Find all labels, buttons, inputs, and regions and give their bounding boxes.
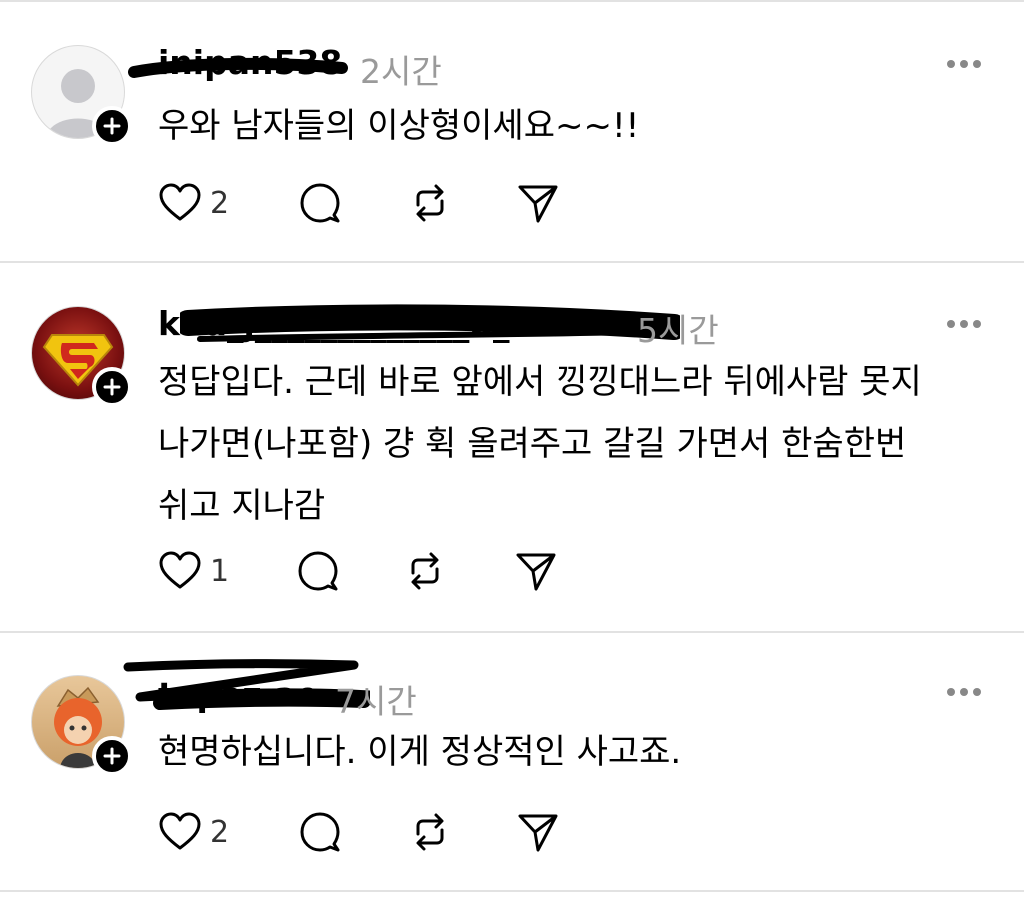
like-count: 1 <box>210 553 230 589</box>
more-dots-icon[interactable] <box>944 317 984 331</box>
heart-icon <box>159 551 201 589</box>
post-time: 7시간 <box>335 682 417 721</box>
send-icon <box>518 814 558 852</box>
like-button[interactable]: 2 <box>158 181 229 225</box>
repost-icon <box>416 813 444 851</box>
post-time: 5시간 <box>637 311 719 350</box>
share-button[interactable] <box>514 549 558 593</box>
speech-bubble-icon <box>300 183 340 223</box>
divider <box>0 890 1024 892</box>
like-button[interactable]: 1 <box>158 549 229 593</box>
share-button[interactable] <box>516 810 560 854</box>
more-dots-icon[interactable] <box>944 57 984 71</box>
like-button[interactable]: 2 <box>158 810 229 854</box>
repost-icon <box>416 184 444 222</box>
repost-button[interactable] <box>403 549 447 593</box>
reply-button[interactable] <box>298 810 342 854</box>
like-count: 2 <box>210 185 230 221</box>
plus-icon <box>103 117 121 135</box>
plus-icon <box>103 747 121 765</box>
comment-item: kdu_j_____________b_soul 5시간 정답입다. 근데 바로… <box>0 263 1024 631</box>
follow-button[interactable] <box>92 367 132 407</box>
redaction-scribble <box>180 304 680 342</box>
more-dots-icon[interactable] <box>944 685 984 699</box>
avatar[interactable] <box>31 45 132 146</box>
comment-item: inipan538 2시간 우와 남자들의 이상형이세요~~!! 2 <box>0 0 1024 262</box>
comment-item: topaz.ae 7시간 현명하십니다. 이게 정상적인 사고죠. 2 <box>0 633 1024 892</box>
repost-button[interactable] <box>408 181 452 225</box>
send-icon <box>518 185 558 223</box>
post-time: 2시간 <box>360 52 442 91</box>
follow-button[interactable] <box>92 736 132 776</box>
redaction-scribble <box>128 57 348 78</box>
comment-text: 우와 남자들의 이상형이세요~~!! <box>158 106 640 146</box>
speech-bubble-icon <box>300 812 340 852</box>
reply-button[interactable] <box>298 181 342 225</box>
repost-icon <box>411 552 439 590</box>
send-icon <box>516 553 556 591</box>
follow-button[interactable] <box>92 106 132 146</box>
heart-icon <box>159 183 201 221</box>
speech-bubble-icon <box>298 551 338 591</box>
plus-icon <box>103 378 121 396</box>
avatar[interactable] <box>31 306 132 407</box>
like-count: 2 <box>210 814 230 850</box>
share-button[interactable] <box>516 181 560 225</box>
redaction-scribble <box>123 659 370 710</box>
comment-text: 현명하십니다. 이게 정상적인 사고죠. <box>158 732 682 772</box>
reply-button[interactable] <box>296 549 340 593</box>
repost-button[interactable] <box>408 810 452 854</box>
comment-text: 정답입다. 근데 바로 앞에서 낑낑대느라 뒤에사람 못지 나가면(나포함) 걍… <box>158 362 922 526</box>
heart-icon <box>159 812 201 850</box>
